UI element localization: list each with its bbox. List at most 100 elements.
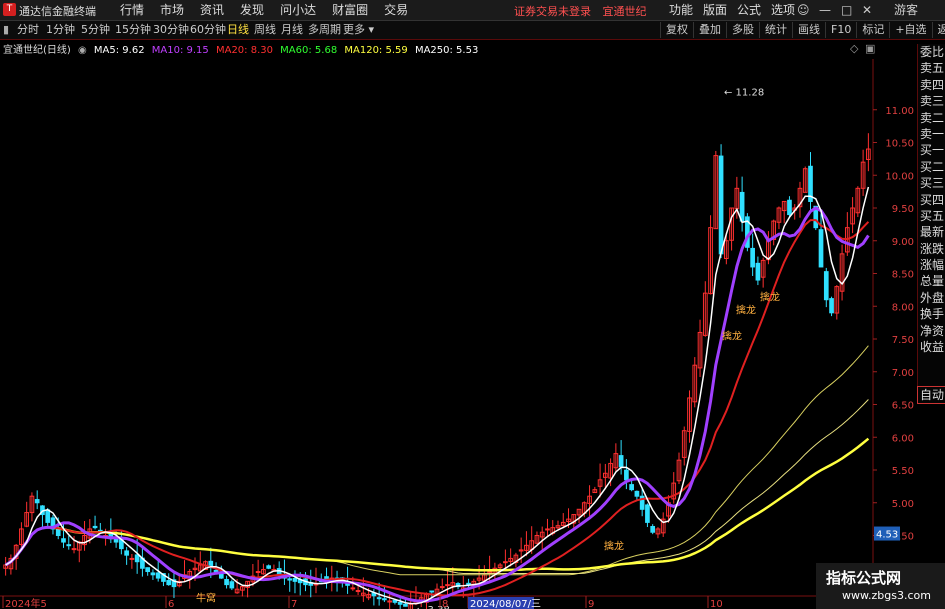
menu-item[interactable]: 资讯 bbox=[192, 2, 232, 18]
period-tab[interactable]: 1分钟 bbox=[46, 22, 75, 38]
period-tab[interactable]: 30分钟 bbox=[153, 22, 189, 38]
y-tick-label: 8.00 bbox=[892, 302, 914, 313]
panel-toggle-icon[interactable]: ▣ bbox=[865, 42, 875, 55]
quote-field-label: 总量 bbox=[919, 274, 944, 289]
y-tick-label: 11.00 bbox=[885, 106, 914, 117]
candle-up bbox=[71, 548, 77, 551]
period-tab[interactable]: 多周期 bbox=[308, 22, 341, 38]
period-more-label[interactable]: 更多 bbox=[343, 23, 365, 36]
menu-item[interactable]: 发现 bbox=[232, 2, 272, 18]
candle-down bbox=[403, 603, 408, 607]
period-toolbar: ▮ 分时 1分钟 5分钟 15分钟 30分钟 60分钟 日线 周线 月线 多周期… bbox=[0, 21, 945, 40]
x-tick-label: 10 bbox=[710, 599, 723, 609]
period-tab[interactable]: 月线 bbox=[281, 22, 303, 38]
watermark: 指标公式网 www.zbgs3.com bbox=[816, 563, 945, 609]
menu-item-layout[interactable]: 版面 bbox=[698, 2, 732, 18]
y-tick-label: 7.00 bbox=[892, 368, 914, 379]
kline-chart[interactable]: 11.00 10.50 10.00 9.50 9.00 8.50 8.00 7.50 7.00 6… bbox=[0, 59, 917, 609]
candle-up bbox=[355, 590, 361, 593]
candle-down bbox=[645, 504, 650, 523]
candle-down bbox=[124, 550, 129, 556]
candle-down bbox=[382, 598, 387, 601]
maximize-icon[interactable]: □ bbox=[841, 2, 852, 18]
y-tick-label: 6.00 bbox=[892, 433, 914, 444]
period-tab[interactable]: 分时 bbox=[17, 22, 39, 38]
stock-name: 宜通世纪 bbox=[602, 5, 647, 18]
quote-field-label: 买三 bbox=[919, 176, 944, 191]
chart-annotation: 擒龙 bbox=[722, 330, 742, 343]
period-tab-active[interactable]: 日线 bbox=[227, 22, 249, 38]
candle-down bbox=[739, 191, 745, 222]
candle-down bbox=[61, 538, 66, 543]
settings-icon[interactable]: ◉ bbox=[78, 45, 87, 56]
quote-field-label: 卖二 bbox=[919, 110, 944, 125]
tool-draw-button[interactable]: 画线 bbox=[792, 22, 825, 38]
menu-item[interactable]: 交易 bbox=[376, 2, 416, 18]
menu-item[interactable]: 市场 bbox=[152, 2, 192, 18]
tool-overlay-button[interactable]: 叠加 bbox=[693, 22, 726, 38]
ma10-line bbox=[4, 206, 870, 603]
auto-button[interactable]: 自动 bbox=[917, 386, 945, 404]
candle-down bbox=[818, 229, 824, 268]
menu-item-function[interactable]: 功能 bbox=[664, 2, 698, 18]
quote-panel: 委比 卖五 卖四 卖三 卖二 卖一 买一 买二 买三 买四 买五 最新 涨跌 涨幅 总量 外盘 换手 净资 收益 bbox=[917, 44, 945, 404]
x-tick-label: 2024/08/07/三 bbox=[470, 599, 541, 609]
quote-field-label: 换手 bbox=[919, 307, 944, 322]
diamond-icon[interactable]: ◇ bbox=[850, 42, 858, 55]
help-icon[interactable]: ☺ bbox=[797, 2, 810, 18]
ma-legend: 宜通世纪(日线) ◉ MA5: 9.62 MA10: 9.15 MA20: 8.… bbox=[0, 41, 482, 56]
quote-field-label: 涨幅 bbox=[919, 258, 944, 273]
x-tick-label: 6 bbox=[168, 599, 174, 609]
period-tab[interactable]: 15分钟 bbox=[115, 22, 151, 38]
tool-multi-stock-button[interactable]: 多股 bbox=[726, 22, 759, 38]
menu-item[interactable]: 问小达 bbox=[272, 2, 324, 18]
candle-down bbox=[287, 578, 293, 581]
ma60-label: MA60: 5.68 bbox=[280, 45, 338, 56]
tool-back-button[interactable]: 返回 bbox=[931, 22, 945, 38]
period-tab[interactable]: 周线 bbox=[254, 22, 276, 38]
tool-mark-button[interactable]: 标记 bbox=[856, 22, 889, 38]
y-tick-label: 10.00 bbox=[885, 171, 914, 182]
tool-adjust-button[interactable]: 复权 bbox=[660, 22, 693, 38]
x-tick-label: 9 bbox=[588, 599, 594, 609]
chart-tools: 复权 叠加 多股 统计 画线 F10 标记 +自选 返回 bbox=[660, 22, 945, 38]
chart-title: 宜通世纪(日线) bbox=[3, 45, 71, 56]
quote-field-label: 买一 bbox=[919, 143, 944, 158]
period-more[interactable]: 更多 ▾ bbox=[343, 22, 374, 38]
y-tick-label: 9.00 bbox=[892, 237, 914, 248]
tool-watchlist-button[interactable]: +自选 bbox=[889, 22, 931, 38]
menu-item[interactable]: 行情 bbox=[112, 2, 152, 18]
ma20-line bbox=[5, 219, 870, 597]
minimize-icon[interactable]: — bbox=[819, 2, 831, 18]
candle-down bbox=[787, 199, 792, 216]
quote-field-label: 涨跌 bbox=[919, 241, 944, 256]
candle-down bbox=[45, 509, 51, 523]
candle-down bbox=[629, 484, 634, 491]
title-bar: T 通达信金融终端 行情 市场 资讯 发现 问小达 财富圈 交易 证券交易未登录… bbox=[0, 0, 945, 21]
candle-up bbox=[129, 557, 135, 560]
candle-up bbox=[445, 584, 450, 587]
candle-down bbox=[429, 590, 435, 593]
quote-field-label: 卖四 bbox=[919, 77, 944, 92]
close-icon[interactable]: ✕ bbox=[862, 2, 872, 18]
candle-down bbox=[392, 599, 398, 603]
tool-f10-button[interactable]: F10 bbox=[825, 22, 856, 38]
period-tab[interactable]: 5分钟 bbox=[81, 22, 110, 38]
user-label[interactable]: 游客 bbox=[894, 2, 918, 18]
candle-down bbox=[134, 554, 140, 563]
menu-item-formula[interactable]: 公式 bbox=[732, 2, 766, 18]
x-tick-label: 2024年5 bbox=[5, 597, 47, 609]
ma-line-yellow-b bbox=[5, 399, 869, 574]
menu-item[interactable]: 财富圈 bbox=[324, 2, 376, 18]
toolbar-grip-icon: ▮ bbox=[3, 23, 10, 36]
tool-stats-button[interactable]: 统计 bbox=[759, 22, 792, 38]
candle-down bbox=[213, 569, 219, 573]
period-tab[interactable]: 60分钟 bbox=[190, 22, 226, 38]
quote-field-label: 卖三 bbox=[919, 94, 944, 109]
candle-down bbox=[718, 155, 724, 255]
menu-item-options[interactable]: 选项 bbox=[766, 2, 800, 18]
login-status-text[interactable]: 证券交易未登录 bbox=[514, 5, 591, 18]
login-status[interactable]: 证券交易未登录 宜通世纪 bbox=[514, 3, 647, 19]
candle-down bbox=[397, 601, 403, 605]
quote-field-label: 卖五 bbox=[919, 61, 944, 76]
